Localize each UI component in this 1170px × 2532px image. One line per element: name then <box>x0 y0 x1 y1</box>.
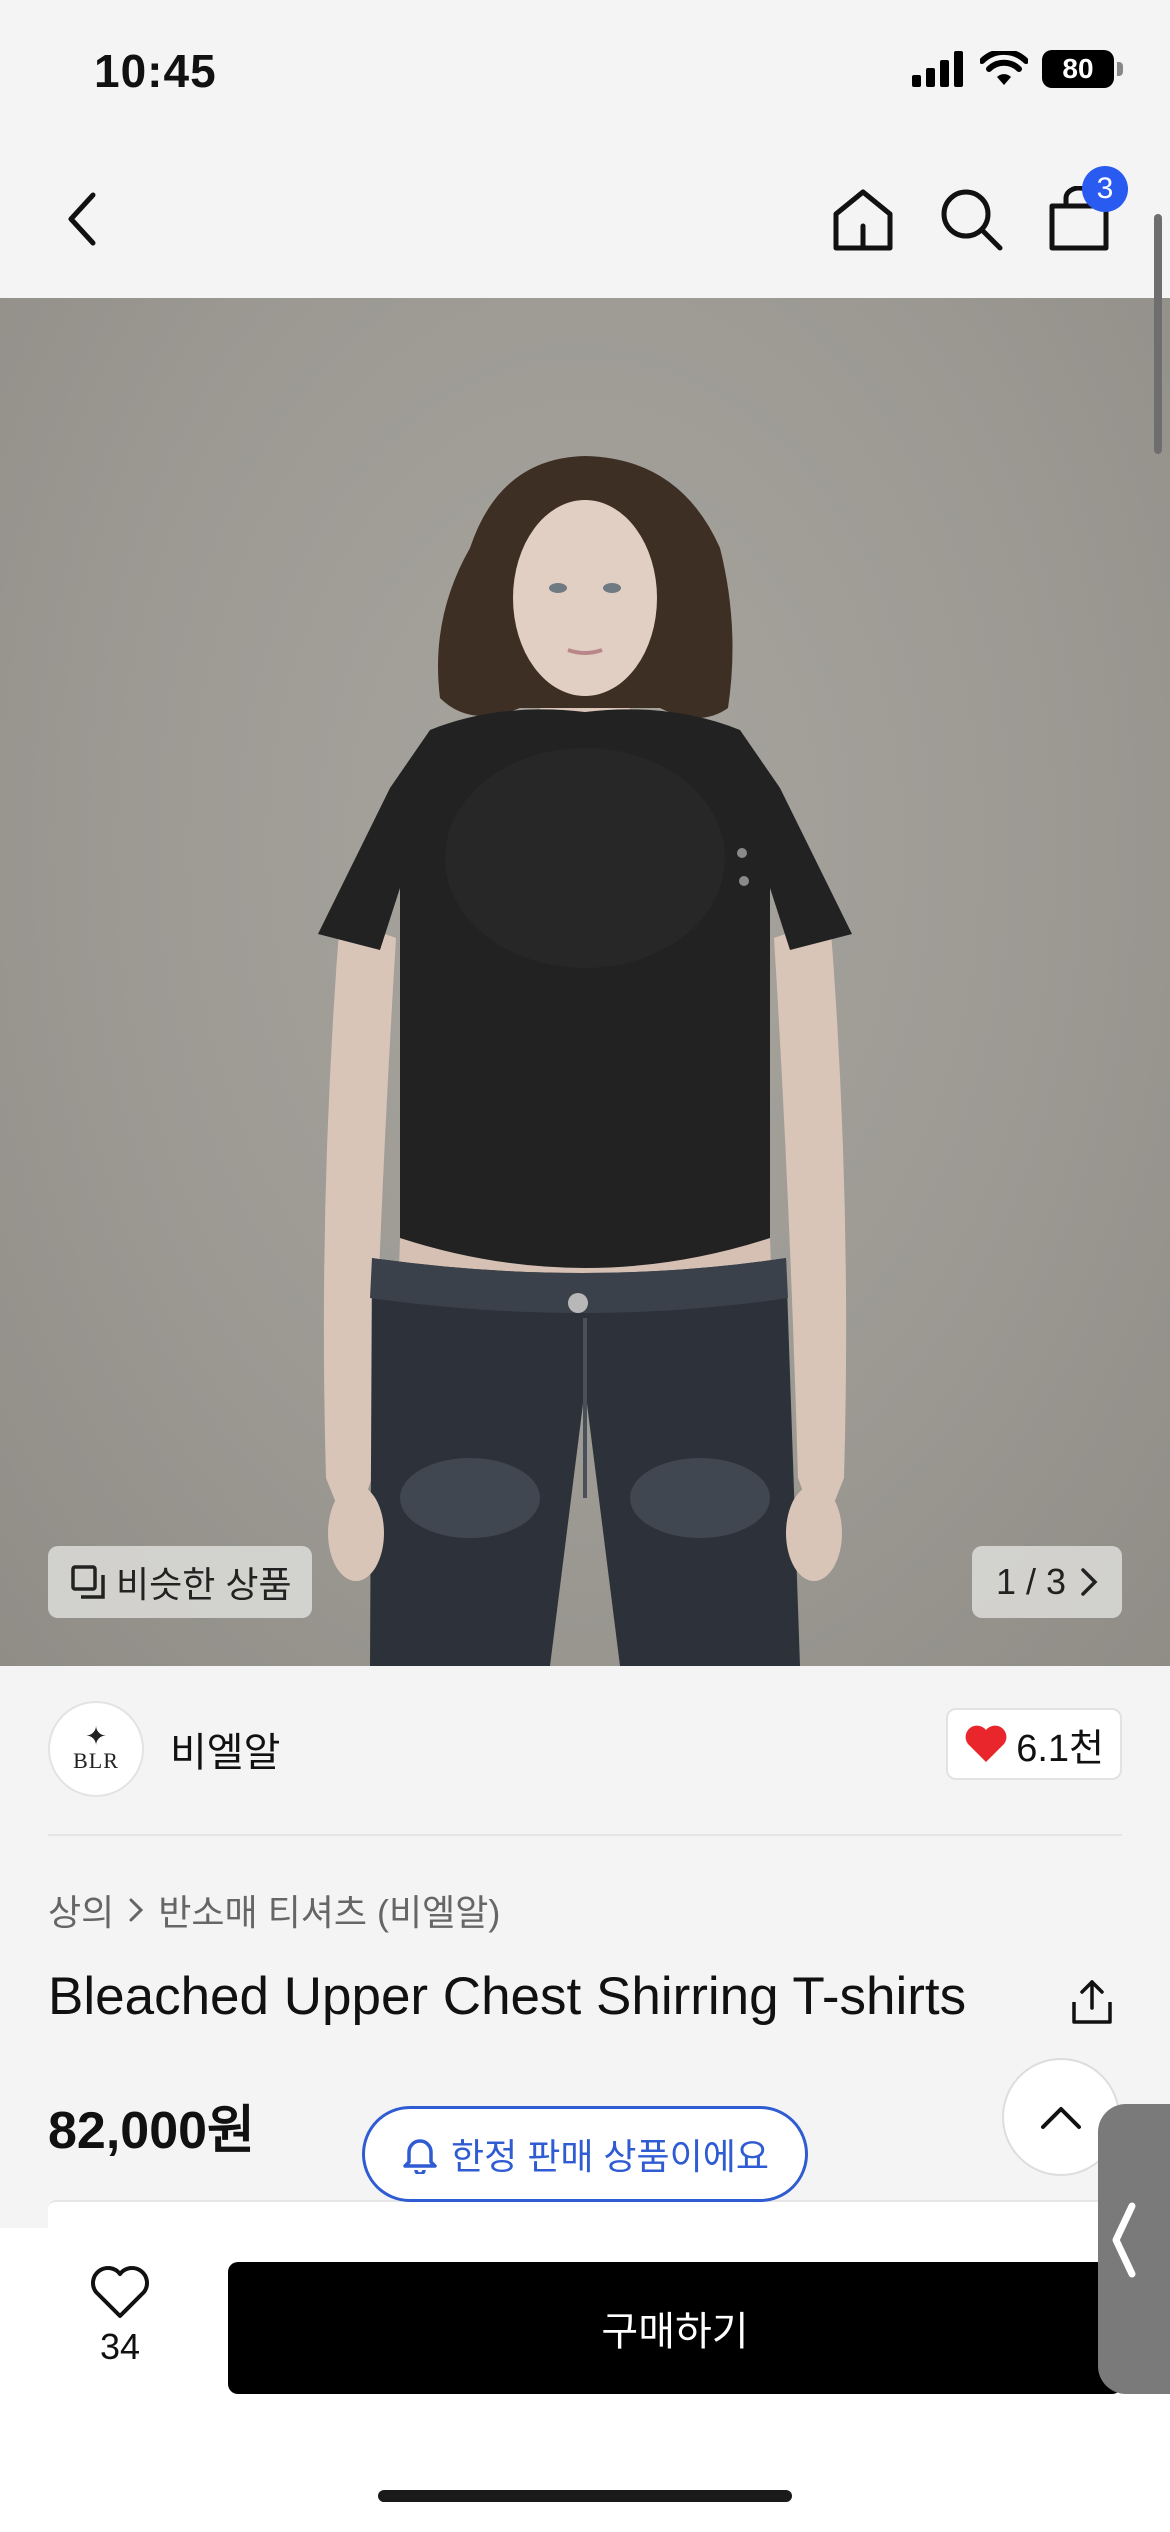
home-indicator[interactable] <box>378 2490 792 2502</box>
content-card-edge <box>48 2200 1122 2230</box>
share-button[interactable] <box>1062 1972 1122 2032</box>
limited-sale-label: 한정 판매 상품이에요 <box>450 2136 770 2177</box>
wifi-icon <box>980 51 1028 85</box>
home-icon <box>833 189 893 251</box>
brand-logo-text: BLR <box>73 1748 119 1773</box>
bottom-action-bar: 34 구매하기 <box>0 2228 1170 2532</box>
image-pager[interactable]: 1 / 3 <box>971 1546 1122 1618</box>
bell-icon <box>403 2139 437 2174</box>
status-time: 10:45 <box>94 45 217 97</box>
chevron-left-icon <box>68 192 96 246</box>
status-bar: 10:45 80 <box>0 0 1170 140</box>
brand-like-button[interactable]: 6.1천 <box>946 1708 1122 1780</box>
status-icons: 80 <box>912 50 1123 88</box>
search-icon <box>941 189 1003 251</box>
breadcrumb-subcategory[interactable]: 반소매 티셔츠 (비엘알) <box>158 1884 500 1936</box>
battery-indicator: 80 <box>1042 50 1123 88</box>
share-icon <box>1072 1980 1112 2024</box>
buy-button[interactable]: 구매하기 <box>228 2262 1122 2394</box>
product-price: 82,000원 <box>48 2102 255 2160</box>
top-nav: 3 <box>0 140 1170 298</box>
chevron-right-icon <box>129 1898 144 1922</box>
search-button[interactable] <box>928 176 1014 262</box>
product-title: Bleached Upper Chest Shirring T-shirts <box>48 1967 967 2026</box>
chevron-up-icon <box>1041 2107 1081 2129</box>
copy-icon <box>71 1565 105 1599</box>
heart-filled-icon <box>965 1725 1007 1762</box>
wishlist-count: 34 <box>99 2326 141 2367</box>
brand-row[interactable]: ✦ BLR 비엘알 6.1천 <box>48 1700 1122 1798</box>
similar-products-button[interactable]: 비슷한 상품 <box>48 1546 312 1618</box>
divider <box>48 1834 1122 1836</box>
product-photo <box>318 456 852 1666</box>
chevron-right-icon <box>1081 1568 1098 1596</box>
breadcrumb-category[interactable]: 상의 <box>48 1884 114 1936</box>
scroll-indicator <box>1154 214 1162 454</box>
chevron-left-icon <box>1112 2202 1136 2278</box>
back-button[interactable] <box>40 176 126 262</box>
cart-count-badge: 3 <box>1082 166 1128 212</box>
brand-logo[interactable]: ✦ BLR <box>48 1701 144 1797</box>
wishlist-button[interactable]: 34 <box>66 2264 174 2368</box>
brand-name[interactable]: 비엘알 <box>170 1720 280 1778</box>
similar-products-label: 비슷한 상품 <box>116 1564 292 1605</box>
cart-button[interactable]: 3 <box>1036 166 1128 262</box>
home-button[interactable] <box>820 176 906 262</box>
brand-like-count: 6.1천 <box>1016 1727 1104 1770</box>
signal-icon <box>912 51 963 87</box>
heart-outline-icon <box>91 2266 149 2318</box>
image-pager-text: 1 / 3 <box>995 1561 1066 1602</box>
breadcrumb: 상의 반소매 티셔츠 (비엘알) <box>48 1884 500 1936</box>
limited-sale-toast: 한정 판매 상품이에요 <box>362 2106 808 2202</box>
sparkle-icon: ✦ <box>85 1721 107 1751</box>
product-image-carousel[interactable]: 비슷한 상품 1 / 3 <box>0 298 1170 1666</box>
